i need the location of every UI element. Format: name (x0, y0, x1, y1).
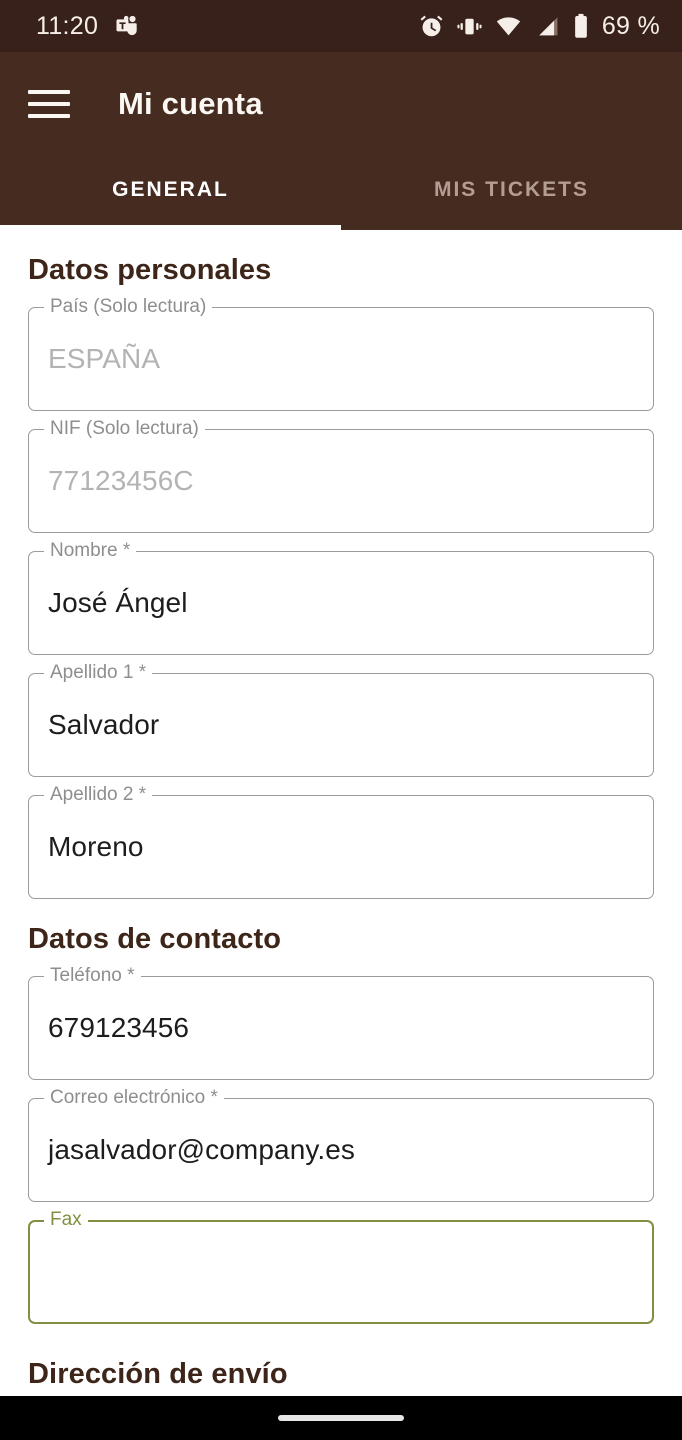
field-pais[interactable]: País (Solo lectura) ESPAÑA (28, 297, 654, 411)
cellular-signal-icon (535, 14, 560, 39)
status-bar-right: 69 % (419, 12, 660, 41)
field-correo-electronico-value: jasalvador@company.es (48, 1134, 356, 1165)
tab-bar: GENERAL MIS TICKETS (0, 156, 682, 230)
hamburger-menu-icon[interactable] (28, 83, 70, 125)
tab-mis-tickets-label: MIS TICKETS (433, 178, 589, 201)
field-nif-label: NIF (Solo lectura) (44, 419, 205, 439)
status-time: 11:20 (36, 11, 99, 40)
field-apellido-2-value: Moreno (48, 831, 144, 862)
gesture-nav-bar (0, 1396, 682, 1440)
tab-general[interactable]: GENERAL (0, 156, 341, 230)
field-fax-label: Fax (44, 1210, 88, 1230)
tab-general-label: GENERAL (112, 178, 229, 201)
section-title-datos-personales: Datos personales (28, 254, 272, 286)
vibrate-icon (457, 14, 482, 39)
status-bar: 11:20 69 % (0, 0, 682, 52)
field-nombre-value: José Ángel (48, 587, 188, 618)
alarm-icon (419, 14, 444, 39)
field-fax-outline (28, 1220, 654, 1324)
teams-icon (114, 13, 140, 39)
field-pais-value: ESPAÑA (48, 343, 161, 374)
field-apellido-1[interactable]: Apellido 1 * Salvador (28, 663, 654, 777)
battery-icon (573, 13, 589, 39)
field-fax[interactable]: Fax (28, 1210, 654, 1324)
section-title-datos-contacto: Datos de contacto (28, 923, 282, 955)
wifi-icon (495, 14, 522, 39)
battery-percentage: 69 % (601, 11, 660, 40)
status-bar-left: 11:20 (36, 12, 140, 41)
field-telefono[interactable]: Teléfono * 679123456 (28, 966, 654, 1080)
app-bar-top-row: Mi cuenta (0, 52, 682, 156)
field-telefono-value: 679123456 (48, 1012, 190, 1043)
gesture-home-handle[interactable] (278, 1415, 404, 1421)
field-correo-electronico[interactable]: Correo electrónico * jasalvador@company.… (28, 1088, 654, 1202)
account-form-content[interactable]: Datos personales País (Solo lectura) ESP… (0, 230, 682, 1396)
section-title-direccion-envio: Dirección de envío (28, 1358, 288, 1390)
page-title: Mi cuenta (118, 86, 263, 121)
field-telefono-label: Teléfono * (44, 966, 141, 986)
field-nif-value: 77123456C (48, 465, 194, 496)
phone-screen: 11:20 69 % Mi cuenta GENERAL MIS TICKETS… (0, 0, 682, 1440)
field-apellido-2-label: Apellido 2 * (44, 785, 153, 805)
field-nif[interactable]: NIF (Solo lectura) 77123456C (28, 419, 654, 533)
tab-mis-tickets[interactable]: MIS TICKETS (341, 156, 682, 230)
field-correo-electronico-label: Correo electrónico * (44, 1088, 224, 1108)
field-nombre-label: Nombre * (44, 541, 137, 561)
app-bar: Mi cuenta GENERAL MIS TICKETS (0, 52, 682, 230)
field-apellido-1-label: Apellido 1 * (44, 663, 153, 683)
field-apellido-2[interactable]: Apellido 2 * Moreno (28, 785, 654, 899)
field-apellido-1-value: Salvador (48, 709, 160, 740)
field-pais-label: País (Solo lectura) (44, 297, 213, 317)
field-nombre[interactable]: Nombre * José Ángel (28, 541, 654, 655)
